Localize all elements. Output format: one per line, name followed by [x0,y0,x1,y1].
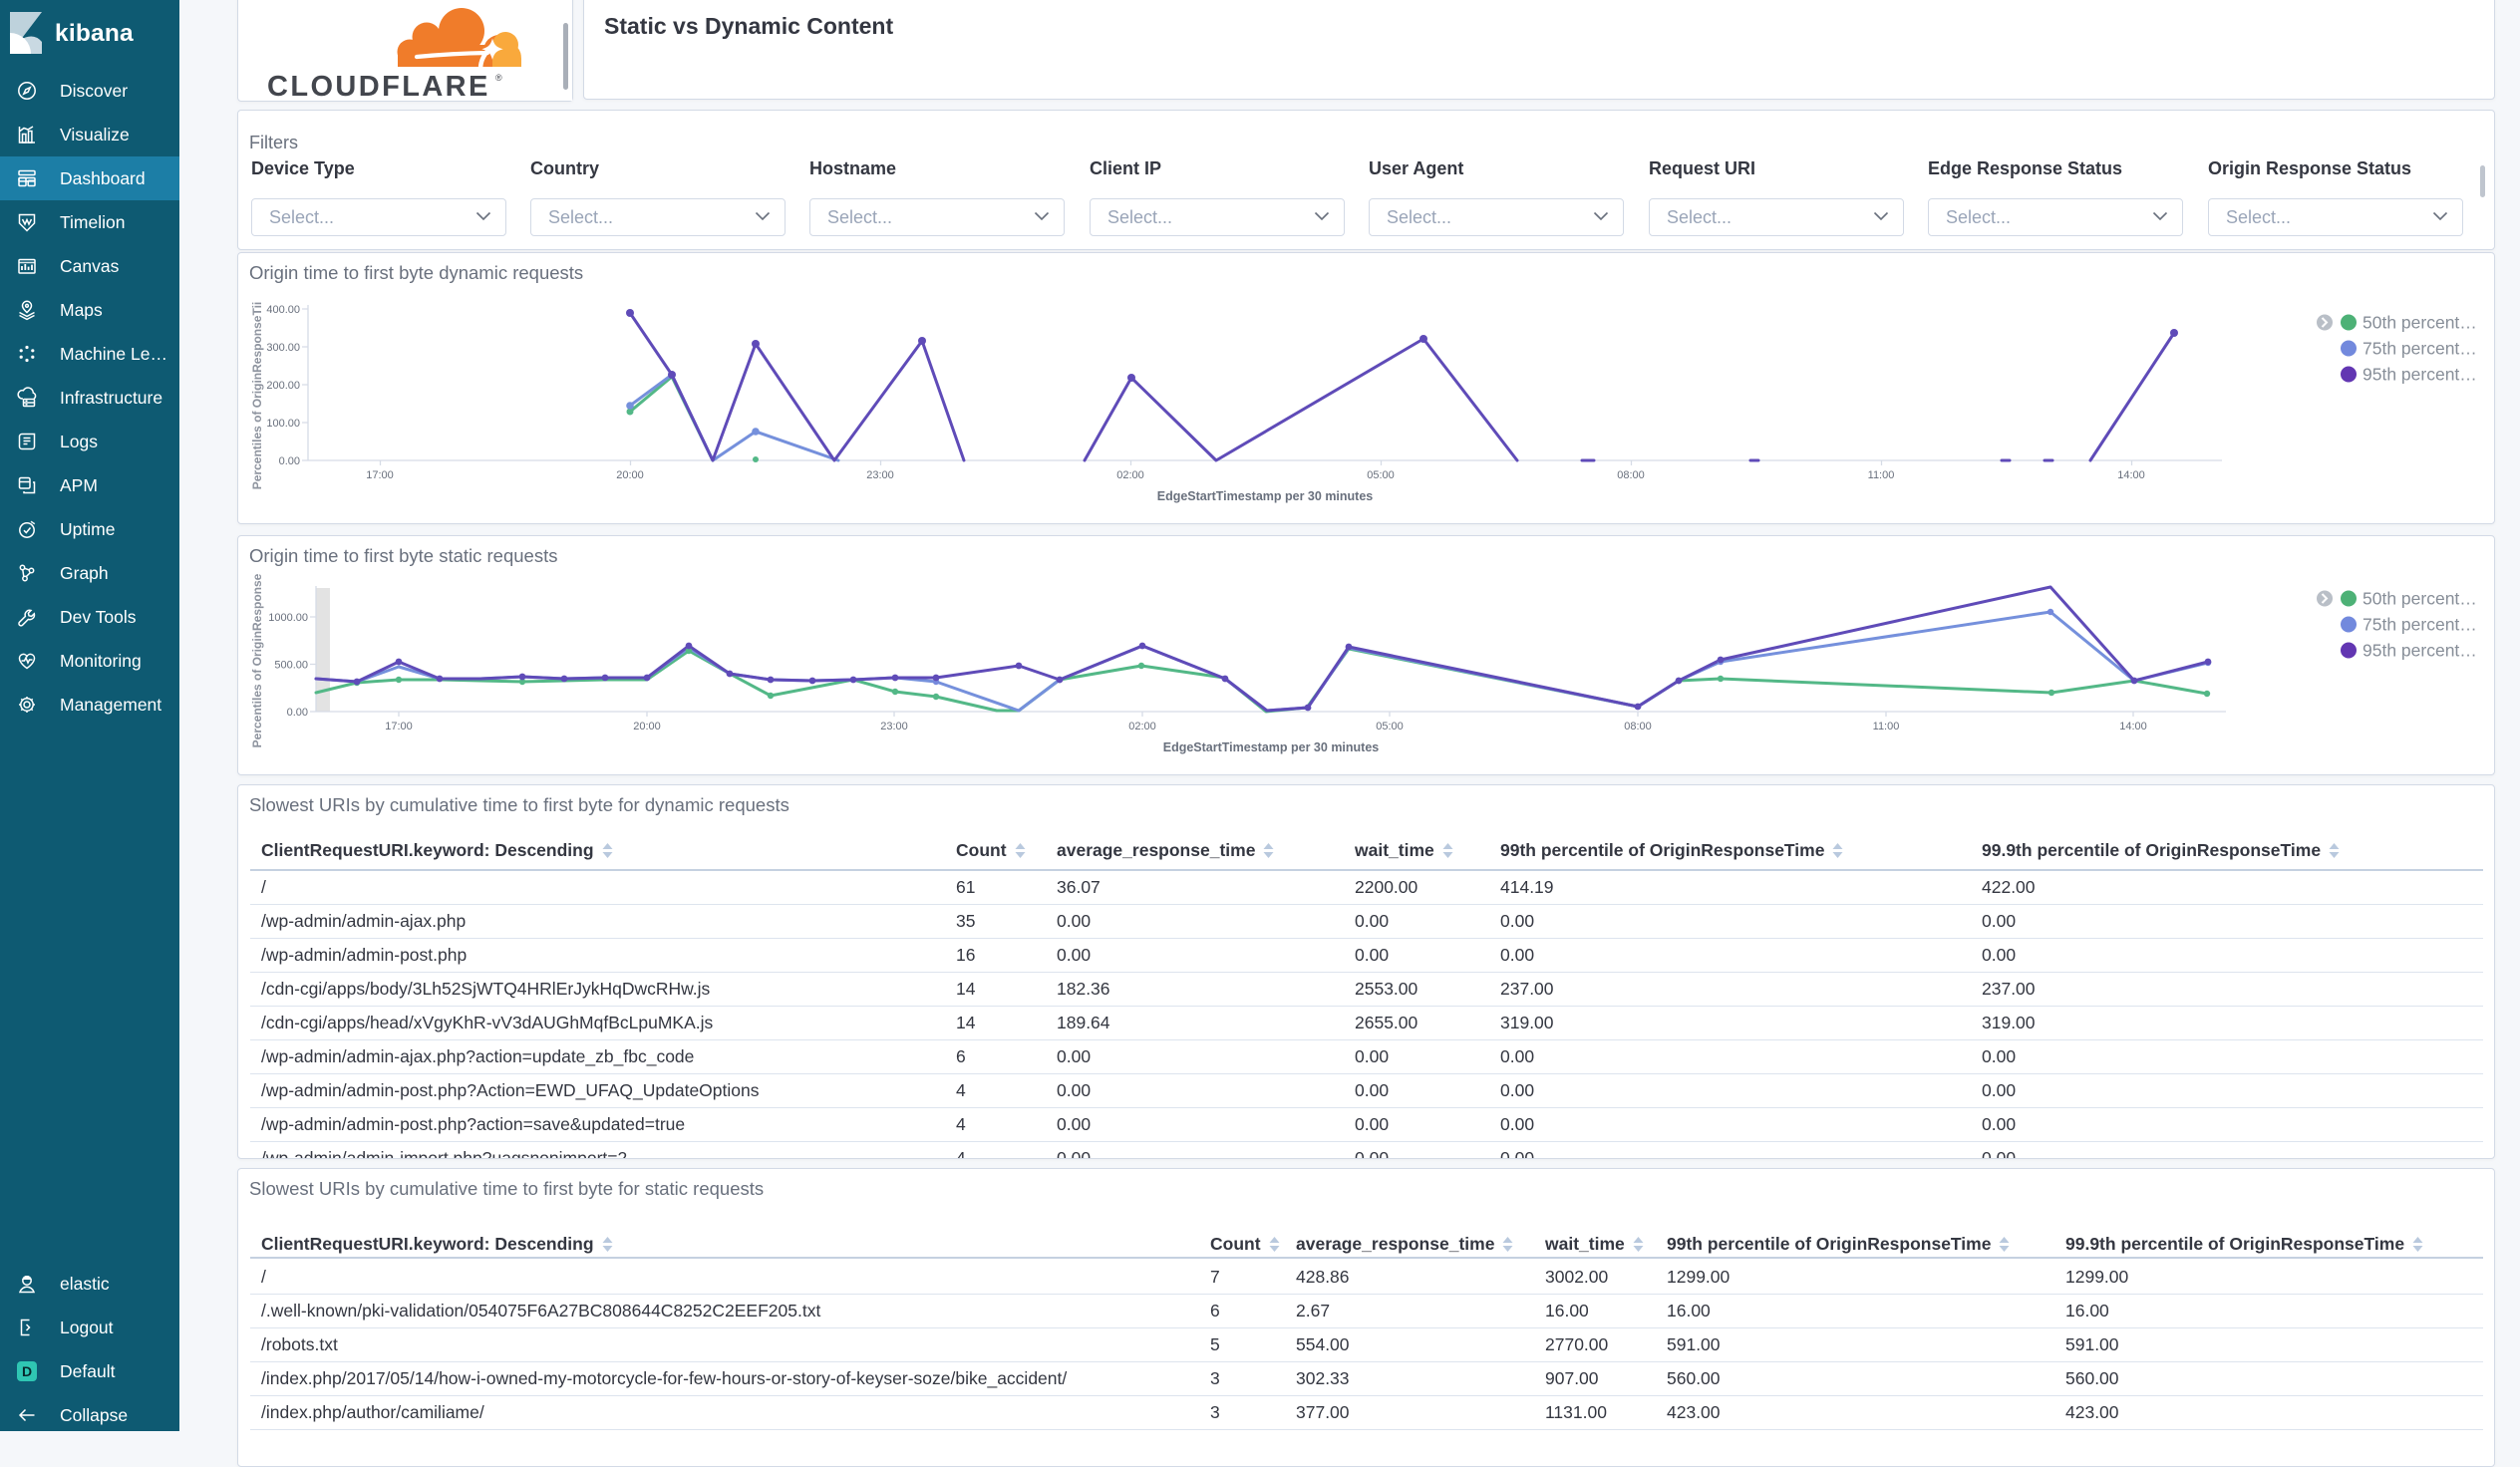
svg-text:08:00: 08:00 [1624,721,1652,733]
svg-text:1000.00: 1000.00 [268,612,308,624]
svg-text:D: D [22,1363,32,1379]
svg-text:05:00: 05:00 [1367,469,1395,481]
svg-text:300.00: 300.00 [266,342,300,354]
svg-text:20:00: 20:00 [633,721,661,733]
svg-text:400.00: 400.00 [266,304,300,316]
svg-text:17:00: 17:00 [385,721,413,733]
svg-text:CLOUDFLARE: CLOUDFLARE [267,71,490,101]
svg-text:200.00: 200.00 [266,380,300,392]
svg-text:100.00: 100.00 [266,418,300,430]
svg-text:EdgeStartTimestamp per 30 minu: EdgeStartTimestamp per 30 minutes [1157,489,1374,503]
svg-text:17:00: 17:00 [366,469,394,481]
svg-text:0.00: 0.00 [287,707,308,719]
svg-text:EdgeStartTimestamp per 30 minu: EdgeStartTimestamp per 30 minutes [1163,740,1380,754]
svg-text:08:00: 08:00 [1617,469,1645,481]
svg-text:02:00: 02:00 [1128,721,1156,733]
svg-text:95th percent…: 95th percent… [2362,365,2477,385]
svg-text:14:00: 14:00 [2119,721,2147,733]
svg-text:20:00: 20:00 [616,469,644,481]
svg-text:02:00: 02:00 [1116,469,1144,481]
svg-text:500.00: 500.00 [274,660,308,672]
svg-text:11:00: 11:00 [1873,721,1900,733]
svg-text:05:00: 05:00 [1376,721,1404,733]
svg-text:11:00: 11:00 [1868,469,1895,481]
svg-text:Percentiles of OriginResponseT: Percentiles of OriginResponseTii [250,302,264,490]
svg-text:95th percent…: 95th percent… [2362,641,2477,661]
svg-text:Percentiles of OriginResponse: Percentiles of OriginResponse [250,573,264,747]
svg-text:®: ® [495,73,502,83]
svg-text:50th percent…: 50th percent… [2362,589,2477,609]
svg-text:14:00: 14:00 [2117,469,2145,481]
svg-text:75th percent…: 75th percent… [2362,615,2477,635]
svg-text:50th percent…: 50th percent… [2362,313,2477,333]
svg-text:0.00: 0.00 [279,455,300,467]
svg-text:23:00: 23:00 [866,469,894,481]
svg-text:23:00: 23:00 [880,721,908,733]
svg-text:75th percent…: 75th percent… [2362,339,2477,359]
